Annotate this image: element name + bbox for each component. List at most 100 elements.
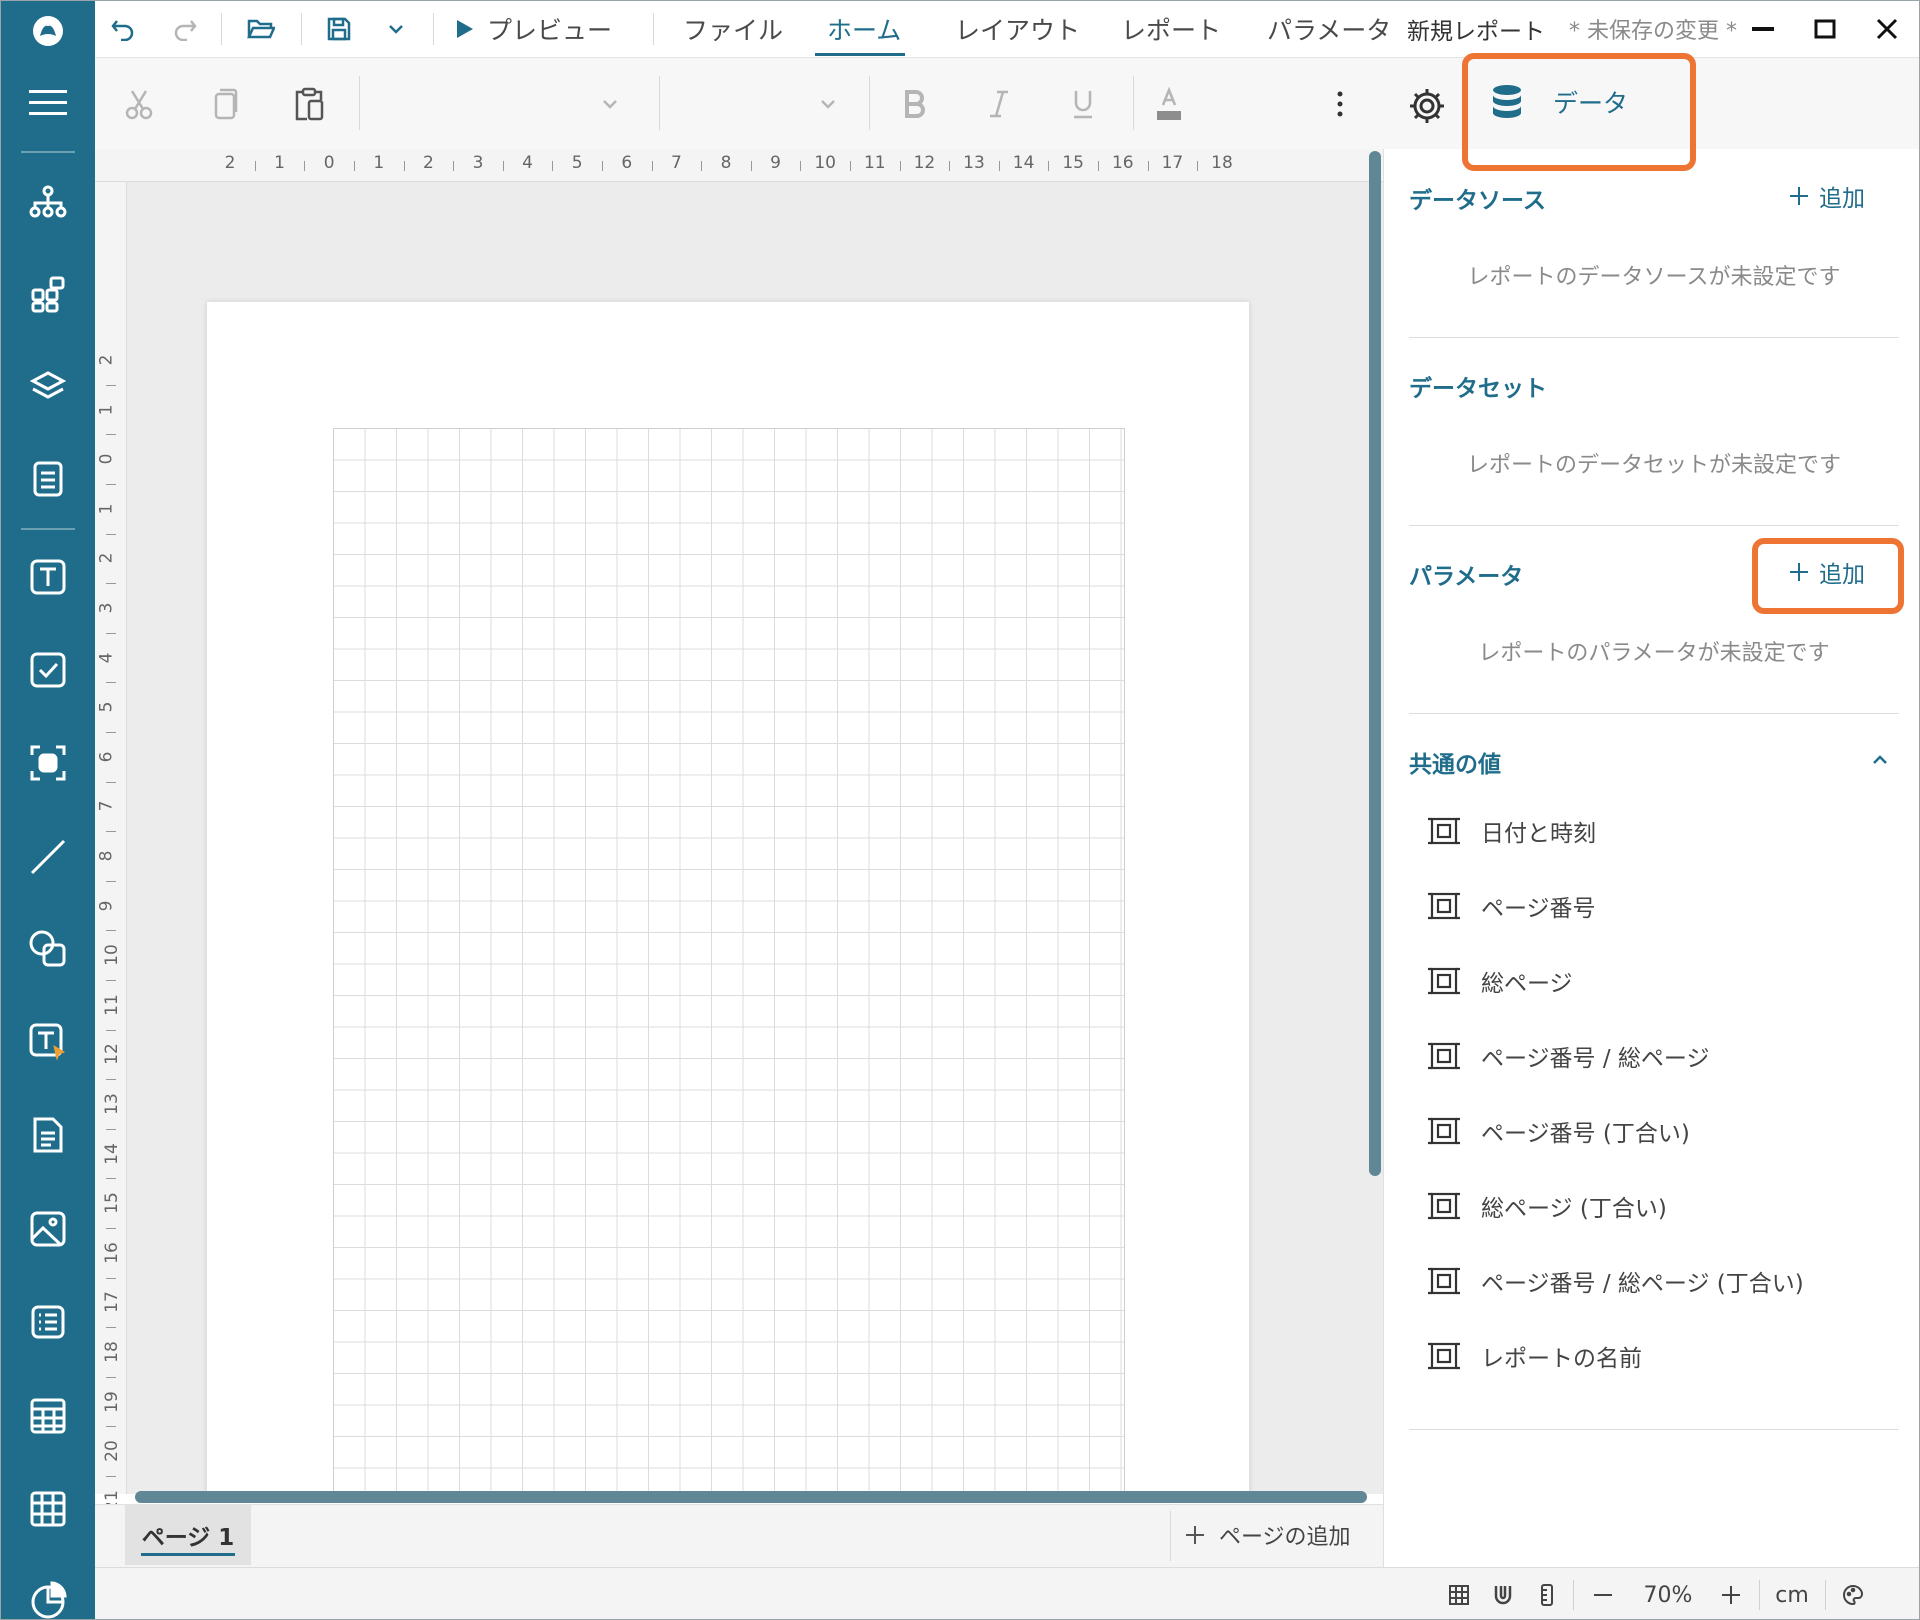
ruler-minor-tick [106, 583, 116, 585]
add-datasource-button[interactable]: 追加 [1789, 179, 1865, 213]
bold-icon[interactable] [895, 84, 935, 124]
design-canvas[interactable]: 2 1 0 1 2 3 4 5 6 7 8 9 10 11 12 13 14 15 16 17 18 210123456… [95, 149, 1383, 1512]
components-icon[interactable] [24, 271, 72, 319]
common-value-item[interactable]: 日付と時刻 [1427, 809, 1596, 853]
ruler-tick-label: 1 [96, 503, 117, 515]
ruler-tick-label: 0 [323, 153, 335, 173]
redo-icon[interactable] [167, 11, 203, 47]
settings-icon[interactable] [1405, 84, 1449, 128]
common-value-item[interactable]: 総ページ [1427, 959, 1573, 1003]
ruler-minor-tick [106, 781, 116, 783]
page-body-grid[interactable] [333, 428, 1125, 1494]
maximize-icon[interactable] [1807, 11, 1843, 47]
ruler-tick-label: 12 [913, 153, 936, 173]
ruler-tick-label: 14 [101, 1142, 122, 1165]
ruler-minor-tick [502, 161, 504, 171]
font-size-dropdown-chevron-down-icon[interactable] [813, 88, 843, 120]
menu-layout[interactable]: レイアウト [955, 11, 1080, 47]
shapes-icon[interactable] [24, 925, 72, 973]
list-icon[interactable] [24, 1298, 72, 1346]
menu-file[interactable]: ファイル [683, 11, 783, 47]
ruler-minor-tick [106, 831, 116, 833]
ruler-tick-label: 4 [522, 153, 534, 173]
ruler-tick-label: 4 [96, 652, 117, 664]
cut-icon[interactable] [119, 84, 159, 124]
hamburger-menu-icon[interactable] [24, 79, 72, 127]
rich-text-icon[interactable] [24, 1111, 72, 1159]
page-tab[interactable]: ページ 1 [125, 1505, 251, 1565]
save-dropdown-chevron-down-icon[interactable] [381, 11, 411, 47]
line-icon[interactable] [24, 833, 72, 881]
add-page-button[interactable]: ページの追加 [1185, 1513, 1351, 1557]
underline-icon[interactable] [1063, 84, 1103, 124]
ruler-minor-tick [106, 1426, 116, 1428]
ruler-tick-label: 13 [101, 1093, 122, 1115]
ruler-tick-label: 8 [720, 153, 732, 173]
ruler-minor-tick [106, 1079, 116, 1081]
ruler-minor-tick [304, 161, 306, 171]
minimize-icon[interactable] [1745, 11, 1781, 47]
ruler-minor-tick [106, 1128, 116, 1130]
ruler-tick-label: 17 [101, 1291, 122, 1314]
menu-home[interactable]: ホーム [827, 11, 901, 47]
unit-selector[interactable]: cm [1767, 1568, 1817, 1619]
ruler-tick-label: 19 [101, 1390, 122, 1413]
ruler-minor-tick [949, 161, 951, 171]
document-outline-icon[interactable] [24, 455, 72, 503]
paste-icon[interactable] [289, 84, 329, 124]
common-value-item[interactable]: レポートの名前 [1427, 1334, 1642, 1378]
common-value-item[interactable]: 総ページ (丁合い) [1427, 1184, 1667, 1228]
ruler-minor-tick [106, 434, 116, 436]
horizontal-ruler: 2 1 0 1 2 3 4 5 6 7 8 9 10 11 12 13 14 15 16 17 18 [95, 149, 1383, 182]
open-folder-icon[interactable] [243, 11, 279, 47]
common-value-label: ページ番号 [1481, 896, 1596, 922]
grid-toggle-icon[interactable] [1441, 1568, 1477, 1619]
collapse-chevron-up-icon[interactable] [1865, 745, 1895, 775]
theme-palette-icon[interactable] [1835, 1568, 1871, 1619]
italic-icon[interactable] [979, 84, 1019, 124]
textbox-icon[interactable] [24, 553, 72, 601]
common-value-item[interactable]: ページ番号 / 総ページ [1427, 1034, 1709, 1078]
font-family-dropdown-chevron-down-icon[interactable] [595, 88, 625, 120]
report-page[interactable] [207, 302, 1249, 1494]
save-icon[interactable] [321, 11, 357, 47]
data-tab-highlight [1462, 53, 1696, 171]
page-tab-underline [141, 1553, 235, 1556]
layers-icon[interactable] [24, 363, 72, 411]
menu-report[interactable]: レポート [1121, 11, 1221, 47]
text-color-icon[interactable] [1149, 84, 1189, 124]
formatted-text-icon[interactable] [24, 1018, 72, 1066]
chart-icon[interactable] [24, 1576, 72, 1619]
undo-icon[interactable] [105, 11, 141, 47]
zoom-in-button[interactable] [1713, 1568, 1749, 1619]
barcode-icon[interactable] [24, 739, 72, 787]
vertical-scrollbar[interactable] [1369, 151, 1381, 1176]
ruler-tick-label: 14 [1012, 153, 1035, 173]
table-icon[interactable] [24, 1392, 72, 1440]
close-icon[interactable] [1869, 11, 1905, 47]
common-value-item[interactable]: ページ番号 [1427, 884, 1596, 928]
menu-parameters[interactable]: パラメータ [1267, 11, 1391, 47]
ruler-minor-tick [106, 1277, 116, 1279]
more-icon[interactable] [1325, 84, 1355, 124]
ruler-minor-tick [453, 161, 455, 171]
preview-button[interactable]: プレビュー [455, 11, 612, 47]
tablix-icon[interactable] [24, 1485, 72, 1533]
horizontal-scrollbar[interactable] [135, 1491, 1367, 1503]
parameters-empty-message: レポートのパラメータが未設定です [1478, 641, 1830, 666]
play-icon [457, 20, 473, 38]
zoom-out-button[interactable] [1585, 1568, 1621, 1619]
ruler-minor-tick [106, 880, 116, 882]
ruler-icon[interactable] [1529, 1568, 1565, 1619]
ruler-tick-label: 18 [1211, 153, 1233, 173]
common-value-item[interactable]: ページ番号 / 総ページ (丁合い) [1427, 1259, 1804, 1303]
ruler-tick-label: 8 [96, 850, 117, 862]
zoom-level[interactable]: 70% [1633, 1568, 1703, 1619]
copy-icon[interactable] [205, 84, 245, 124]
hierarchy-icon[interactable] [24, 178, 72, 226]
ruler-tick-label: 9 [770, 153, 782, 173]
image-icon[interactable] [24, 1205, 72, 1253]
common-value-item[interactable]: ページ番号 (丁合い) [1427, 1109, 1690, 1153]
snap-magnet-icon[interactable] [1485, 1568, 1521, 1619]
checkbox-icon[interactable] [24, 646, 72, 694]
